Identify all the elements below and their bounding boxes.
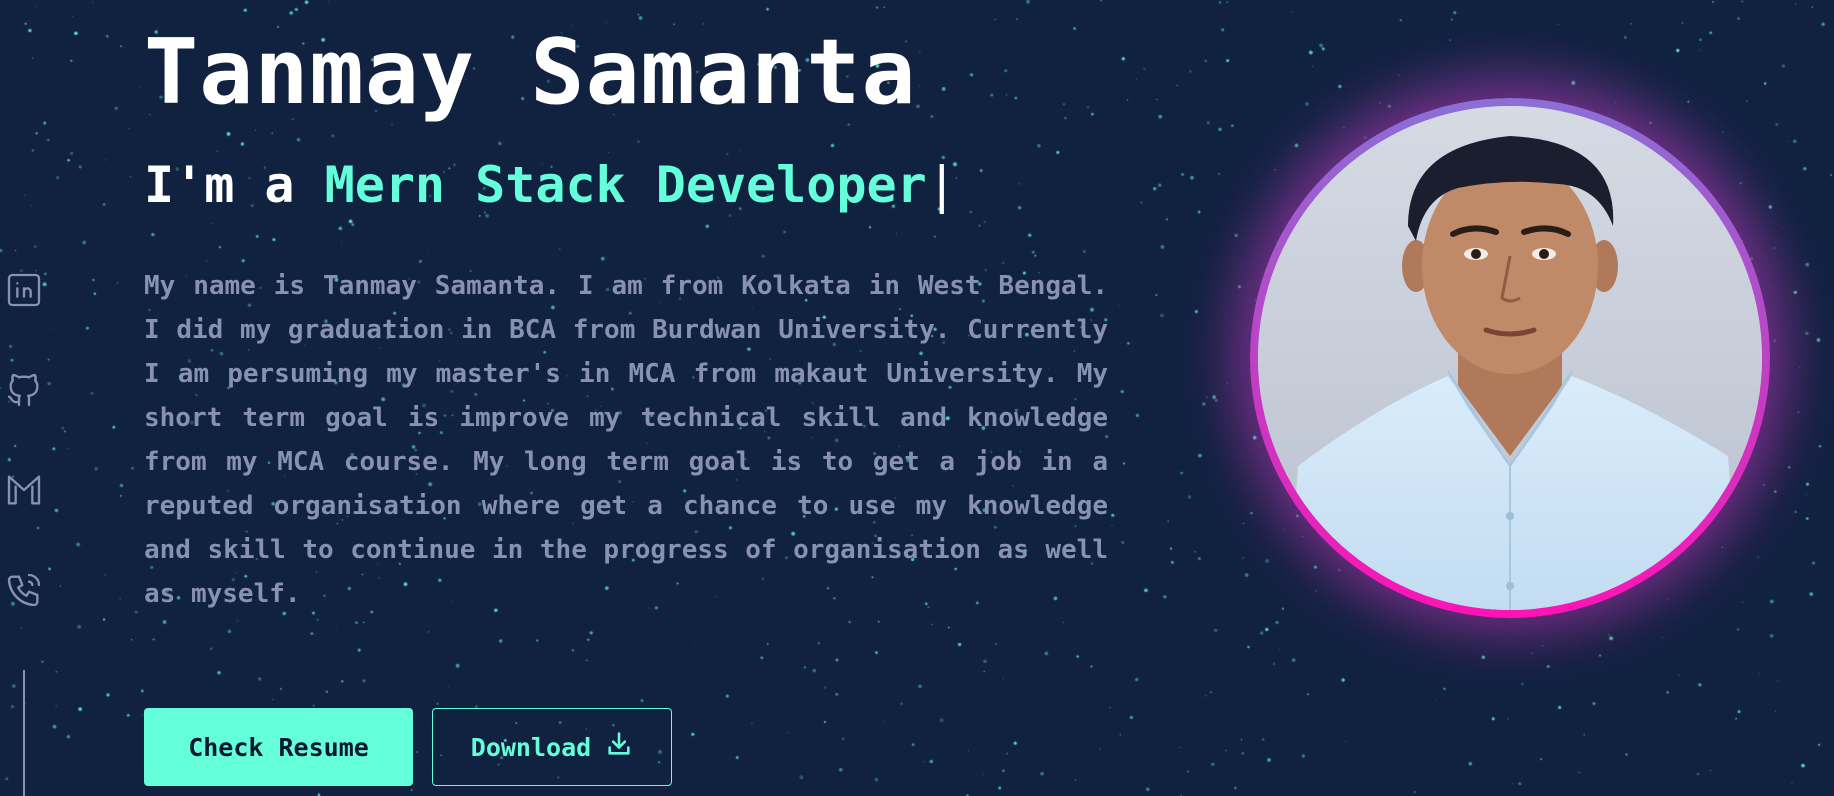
hero-tagline: I'm a Mern Stack Developer| (144, 150, 957, 220)
profile-photo-frame (1250, 98, 1770, 618)
tagline-prefix: I'm a (144, 156, 325, 214)
download-icon (605, 730, 633, 764)
download-label: Download (470, 732, 592, 762)
github-icon[interactable] (4, 370, 44, 410)
phone-icon[interactable] (4, 570, 44, 610)
profile-photo (1258, 106, 1762, 610)
linkedin-icon[interactable] (4, 270, 44, 310)
gmail-icon[interactable] (4, 470, 44, 510)
download-button[interactable]: Download (432, 708, 672, 786)
hero-name: Tanmay Samanta (144, 20, 917, 125)
typing-cursor: | (926, 156, 957, 214)
check-resume-label: Check Resume (188, 732, 369, 762)
tagline-role: Mern Stack Developer (324, 156, 927, 214)
hero-bio: My name is Tanmay Samanta. I am from Kol… (144, 271, 1108, 609)
social-divider-line (23, 670, 25, 796)
check-resume-button[interactable]: Check Resume (144, 708, 413, 786)
